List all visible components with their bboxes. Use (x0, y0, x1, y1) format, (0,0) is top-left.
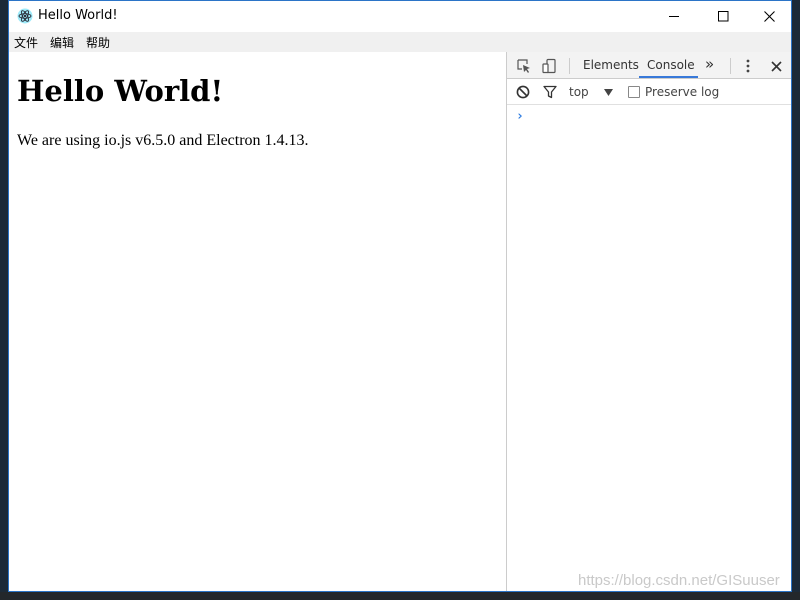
menu-file[interactable]: 文件 (14, 34, 38, 51)
devtools-panel: Elements Console » top Preserve log › (506, 52, 791, 591)
toolbar-divider (730, 58, 731, 74)
desktop-edge-right (792, 0, 800, 600)
maximize-icon (717, 11, 728, 22)
window-title: Hello World! (38, 8, 118, 23)
toolbar-divider (569, 58, 570, 74)
filter-funnel-icon (543, 85, 557, 99)
watermark: https://blog.csdn.net/GISuuser (578, 572, 780, 589)
device-toolbar-button[interactable] (540, 57, 558, 75)
close-devtools-button[interactable] (767, 57, 785, 75)
preserve-log-label: Preserve log (645, 85, 720, 99)
inspect-cursor-icon (517, 59, 530, 73)
context-selector[interactable]: top (569, 85, 589, 99)
console-toolbar: top Preserve log (507, 79, 791, 105)
preserve-log-checkbox[interactable] (628, 86, 640, 98)
devtools-menu-button[interactable] (741, 57, 755, 75)
page-content: Hello World! We are using io.js v6.5.0 a… (9, 52, 506, 591)
minimize-icon (668, 16, 679, 17)
menu-edit[interactable]: 编辑 (50, 34, 74, 51)
clear-console-icon (516, 85, 530, 99)
devtools-toolbar: Elements Console » (507, 52, 791, 79)
context-dropdown-arrow[interactable] (603, 87, 613, 97)
clear-console-button[interactable] (515, 84, 531, 100)
dropdown-triangle-icon (603, 88, 613, 96)
page-heading: Hello World! (17, 74, 224, 108)
desktop-edge-left (0, 0, 8, 600)
electron-atom-icon (17, 8, 33, 24)
app-window: Hello World! 文件 编辑 帮助 Hello World! We ar… (8, 0, 792, 592)
close-icon (770, 60, 782, 72)
minimize-button[interactable] (651, 1, 697, 32)
device-mode-icon (542, 58, 556, 74)
more-tabs-icon[interactable]: » (705, 55, 714, 73)
console-prompt[interactable]: › (516, 109, 524, 124)
active-tab-indicator (639, 76, 698, 78)
menu-bar: 文件 编辑 帮助 (9, 32, 791, 52)
kebab-menu-icon (746, 59, 750, 73)
close-button[interactable] (746, 1, 792, 32)
desktop-edge-bottom (0, 592, 800, 600)
maximize-button[interactable] (700, 1, 746, 32)
inspect-element-button[interactable] (515, 57, 533, 75)
tab-console[interactable]: Console (647, 58, 695, 72)
menu-help[interactable]: 帮助 (86, 34, 110, 51)
close-icon (763, 11, 775, 22)
title-bar[interactable]: Hello World! (9, 1, 791, 32)
version-text: We are using io.js v6.5.0 and Electron 1… (17, 132, 309, 149)
tab-elements[interactable]: Elements (583, 58, 639, 72)
filter-button[interactable] (542, 84, 558, 100)
